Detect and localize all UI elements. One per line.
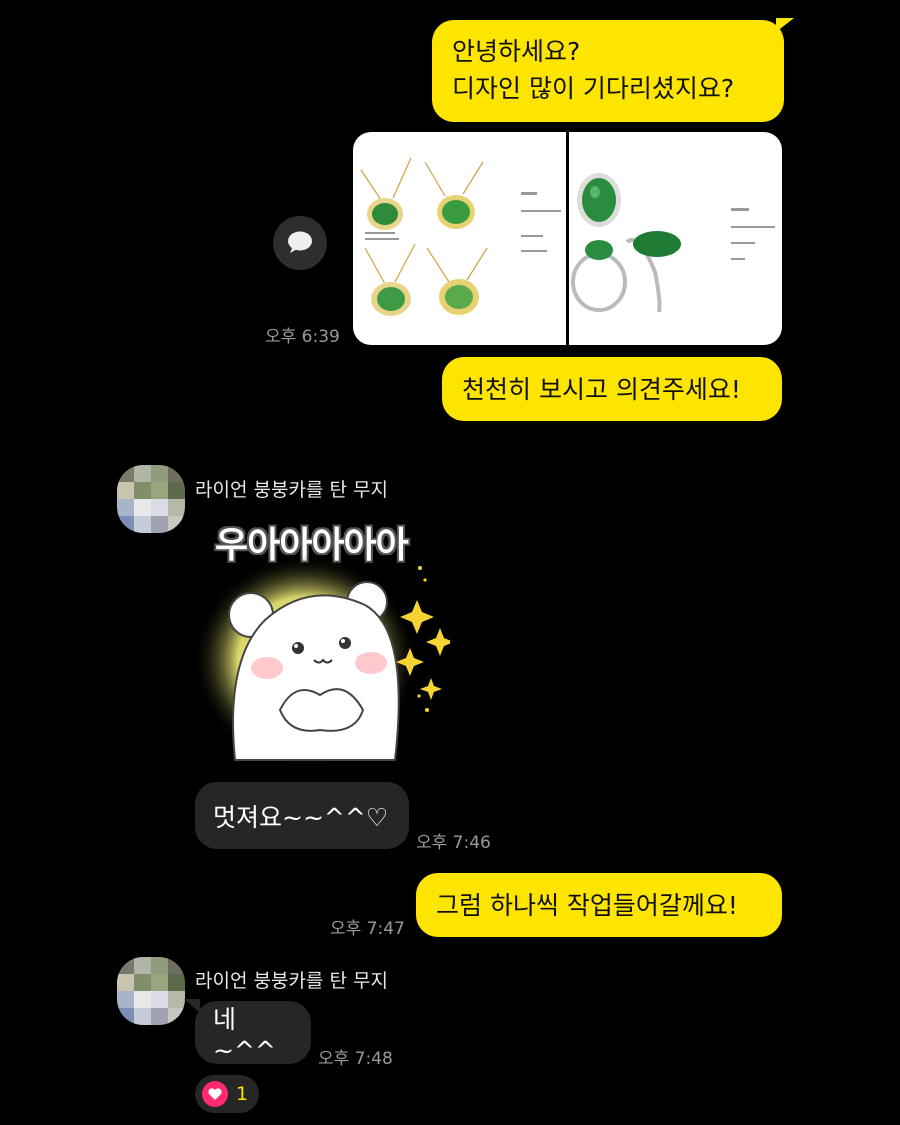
avatar[interactable] — [117, 957, 185, 1025]
timestamp: 오후 6:39 — [265, 327, 340, 347]
design-image-ring[interactable] — [569, 132, 782, 345]
ring-design-sketch — [571, 173, 775, 313]
design-image-necklaces[interactable] — [353, 132, 566, 345]
message-text: 천천히 보시고 의견주세요! — [462, 374, 741, 404]
sender-name: 라이언 붕붕카를 탄 무지 — [195, 970, 388, 992]
message-text: 네~^^ — [213, 1005, 276, 1065]
message-text-line: 디자인 많이 기다리셨지요? — [452, 74, 735, 103]
outgoing-message-feedback[interactable]: 천천히 보시고 의견주세요! — [442, 357, 782, 421]
message-text-line: 안녕하세요? — [452, 37, 581, 66]
timestamp: 오후 7:47 — [330, 919, 405, 939]
speech-bubble-icon — [288, 231, 312, 253]
message-text: 그럼 하나씩 작업들어갈께요! — [436, 890, 738, 920]
avatar[interactable] — [117, 465, 185, 533]
incoming-message-ok[interactable]: 네~^^ — [195, 1001, 311, 1065]
heart-icon — [202, 1081, 228, 1107]
outgoing-message-greeting[interactable]: 안녕하세요? 디자인 많이 기다리셨지요? — [432, 20, 784, 122]
sender-name: 라이언 붕붕카를 탄 무지 — [195, 479, 388, 501]
sticker[interactable]: 우아아아아아 — [195, 510, 450, 770]
reaction-count: 1 — [236, 1083, 249, 1105]
bear-illustration — [195, 555, 450, 765]
timestamp: 오후 7:48 — [318, 1049, 393, 1069]
bubble-tail — [184, 999, 200, 1013]
message-text: 멋져요~~^^♡ — [213, 802, 389, 832]
heart-reaction[interactable]: 1 — [195, 1075, 259, 1113]
timestamp: 오후 7:46 — [416, 833, 491, 853]
outgoing-message-start-work[interactable]: 그럼 하나씩 작업들어갈께요! — [416, 873, 782, 937]
incoming-message-compliment[interactable]: 멋져요~~^^♡ — [195, 782, 409, 849]
necklace-design-sketch — [360, 157, 561, 316]
bubble-tail — [776, 18, 794, 32]
share-button[interactable] — [273, 216, 327, 270]
